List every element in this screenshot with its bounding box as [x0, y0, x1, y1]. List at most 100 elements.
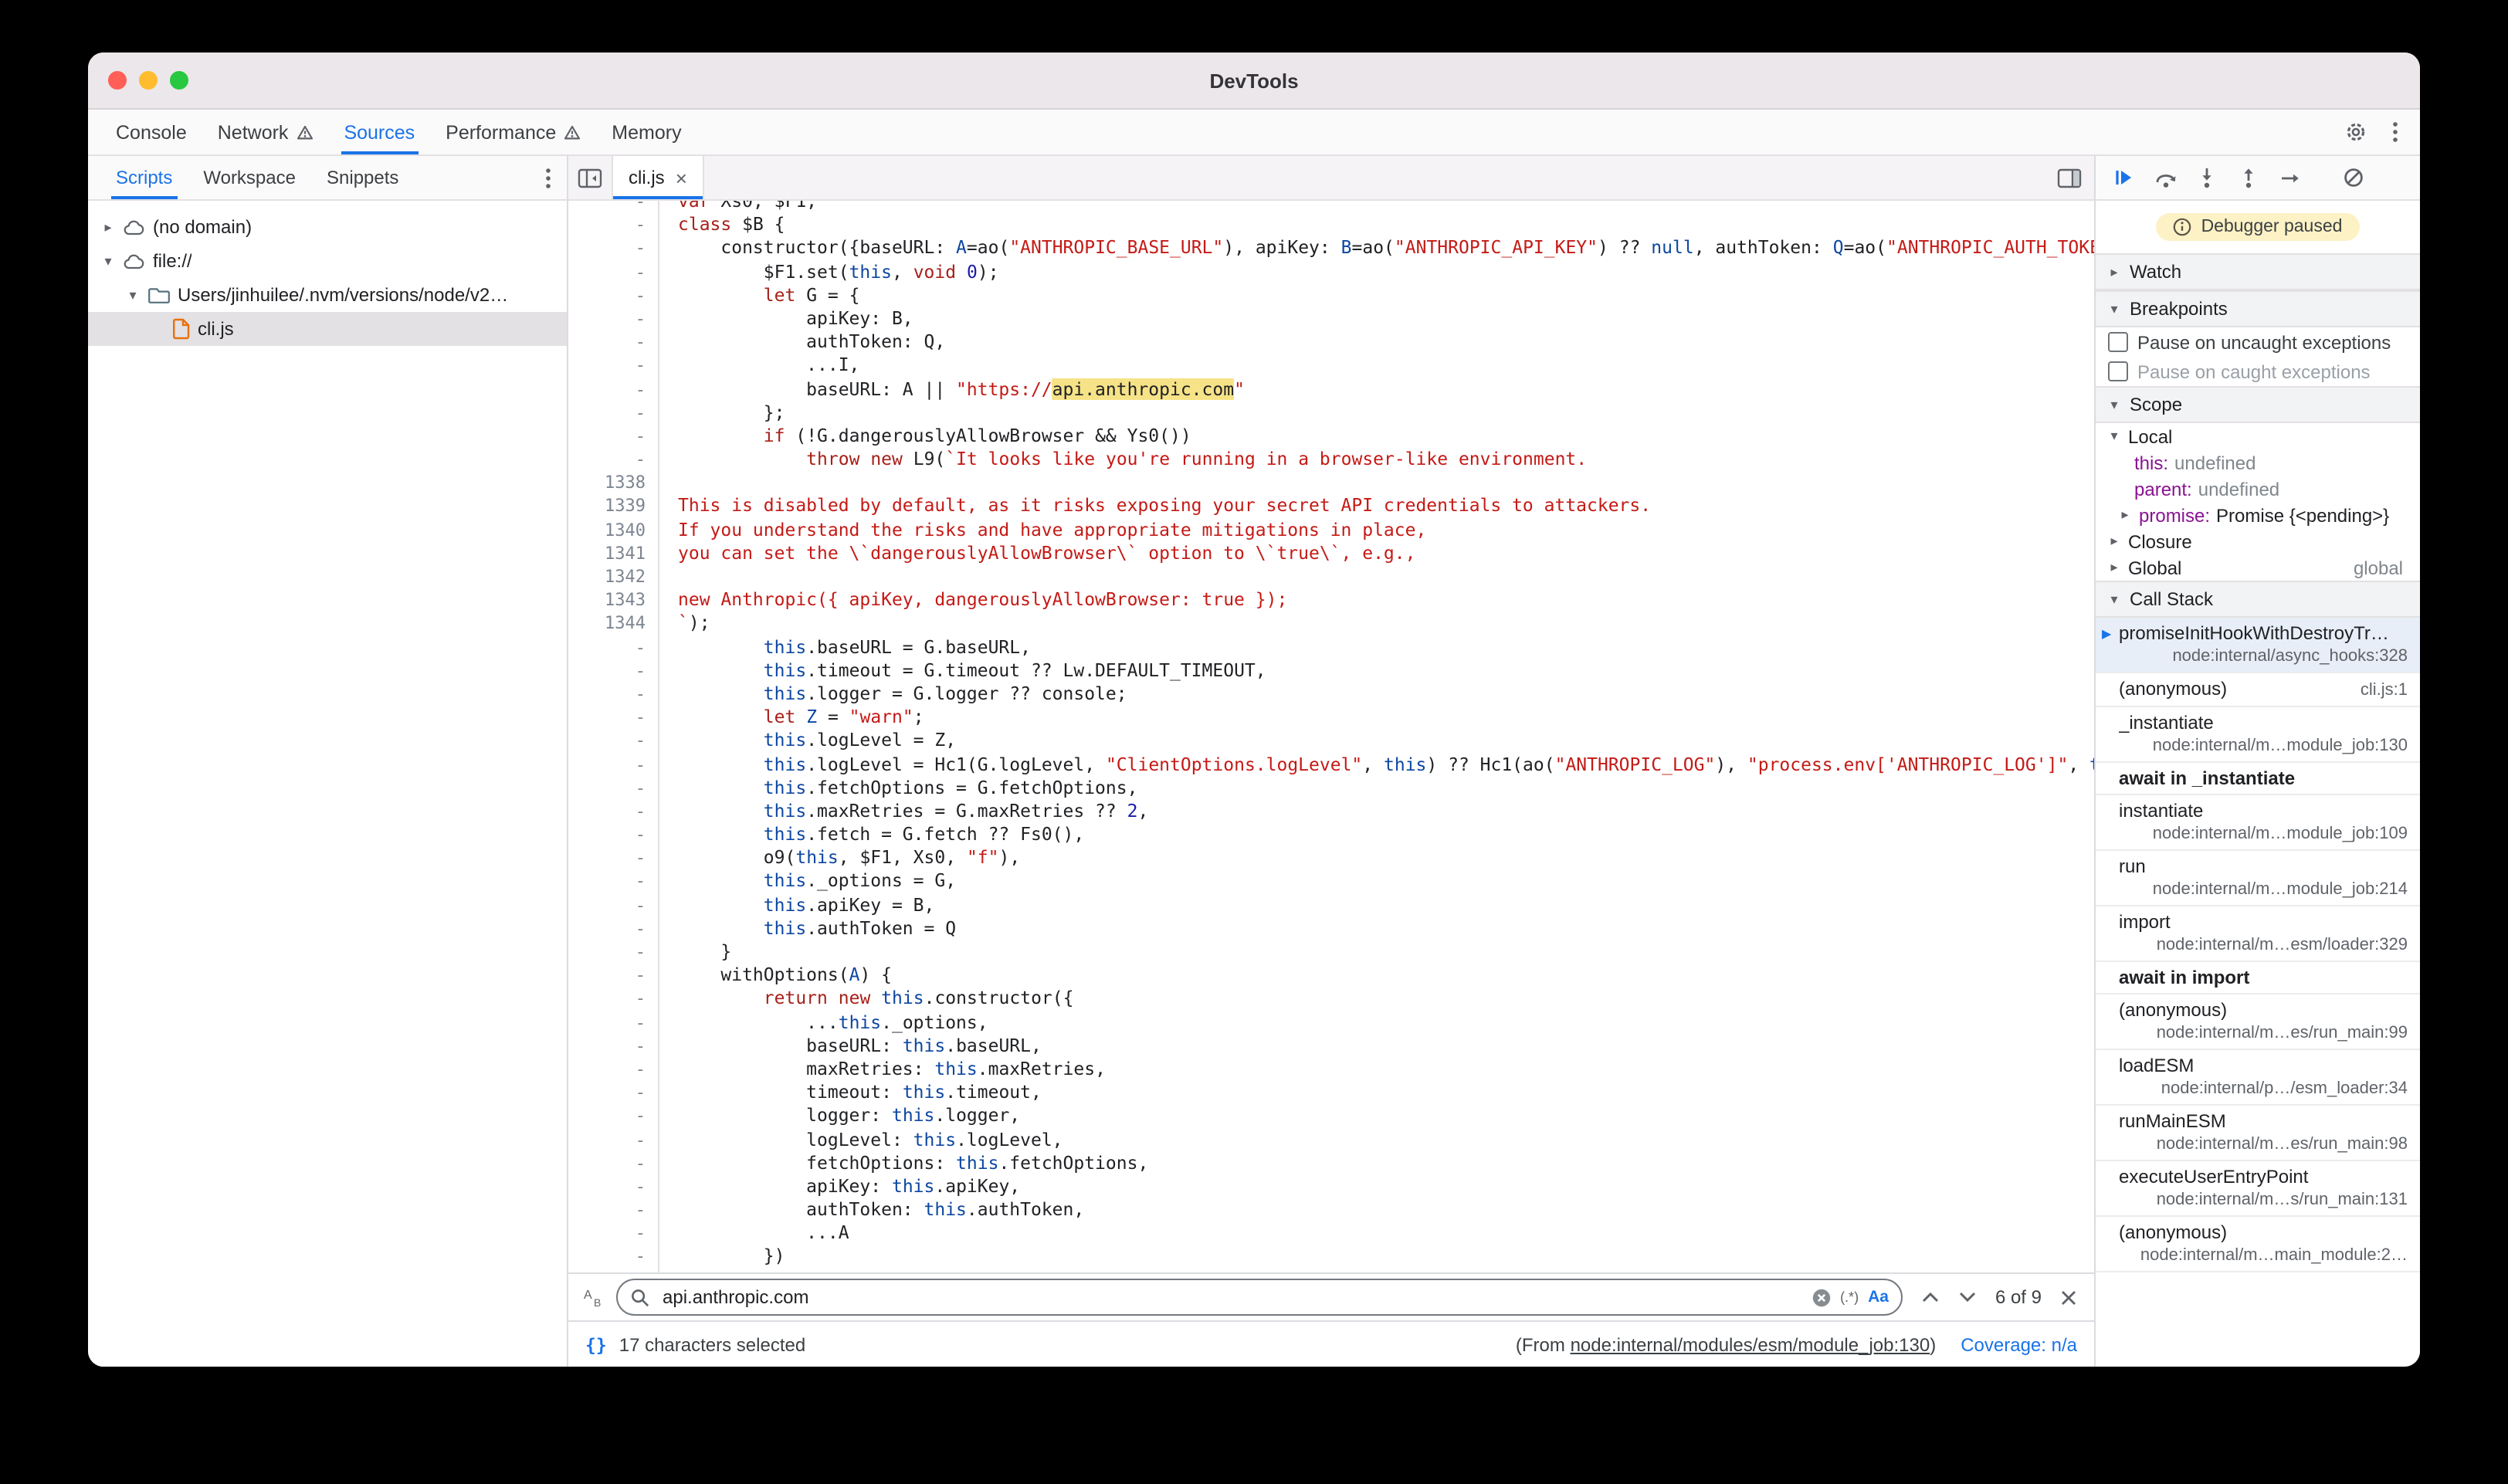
close-tab-icon[interactable]: × — [676, 168, 687, 188]
search-input[interactable] — [659, 1285, 1801, 1310]
panel-right-icon[interactable] — [2057, 156, 2094, 199]
line-gutter: - — [568, 800, 659, 823]
code-token: throw — [806, 448, 859, 469]
step-into-button[interactable] — [2193, 164, 2221, 191]
checkbox-icon[interactable] — [2108, 332, 2128, 352]
close-search-icon[interactable] — [2060, 1289, 2077, 1306]
callstack-frame-import[interactable]: importnode:internal/m…esm/loader:329 — [2096, 906, 2420, 962]
resume-script-button[interactable] — [2110, 164, 2137, 191]
navigator-more-kebab-icon[interactable] — [545, 156, 567, 199]
code-text: }) — [659, 1245, 785, 1269]
close-window-button[interactable] — [108, 71, 127, 90]
line-gutter: - — [568, 988, 659, 1011]
breakpoint-option-pause-on-caught-exceptions[interactable]: Pause on caught exceptions — [2096, 357, 2420, 386]
toggle-navigator-icon[interactable] — [568, 156, 612, 199]
line-gutter: 1343 — [568, 588, 659, 612]
tree-item-users-jinhuilee-nvm-versions-node-v2[interactable]: ▾Users/jinhuilee/.nvm/versions/node/v2… — [88, 278, 567, 312]
code-text: this.timeout = G.timeout ?? Lw.DEFAULT_T… — [659, 659, 1266, 683]
callstack-frame-anonymous[interactable]: (anonymous)cli.js:1 — [2096, 673, 2420, 707]
next-match-icon[interactable] — [1958, 1291, 1977, 1303]
code-text: authToken: Q, — [659, 330, 945, 354]
tree-expand-arrow-icon: ▸ — [100, 219, 116, 235]
step-button[interactable] — [2276, 164, 2304, 191]
scope-variable-this[interactable]: this:undefined — [2096, 449, 2420, 476]
step-out-button[interactable] — [2235, 164, 2262, 191]
callstack-frame-runmainesm[interactable]: runMainESMnode:internal/m…es/run_main:98 — [2096, 1106, 2420, 1161]
watch-section-header[interactable]: ▸ Watch — [2096, 253, 2420, 290]
editor-tab-cli-js[interactable]: cli.js × — [612, 156, 704, 199]
tab-performance[interactable]: Performance — [430, 110, 596, 154]
scope-group-global[interactable]: ▸Globalglobal — [2096, 554, 2420, 581]
tree-item-file[interactable]: ▾file:// — [88, 244, 567, 278]
step-over-button[interactable] — [2151, 164, 2179, 191]
clear-search-icon[interactable] — [1811, 1287, 1831, 1307]
code-token: .constructor({ — [924, 988, 1074, 1009]
tab-sources[interactable]: Sources — [328, 110, 430, 154]
navigator-tab-snippets[interactable]: Snippets — [311, 156, 414, 199]
scope-group-local[interactable]: ▾Local — [2096, 423, 2420, 449]
line-gutter: 1342 — [568, 565, 659, 588]
breakpoint-label: Pause on uncaught exceptions — [2137, 331, 2391, 353]
code-text: throw new L9(`It looks like you're runni… — [659, 448, 1587, 471]
code-editor[interactable]: -var Xs0, $F1,-class $B {- constructor({… — [568, 201, 2094, 1272]
tab-label: Memory — [612, 121, 681, 143]
selection-status: 17 characters selected — [619, 1333, 805, 1355]
regex-toggle-button[interactable]: (.*) — [1840, 1289, 1859, 1305]
code-line: 1343new Anthropic({ apiKey, dangerouslyA… — [568, 588, 2094, 612]
scope-variable-parent[interactable]: parent:undefined — [2096, 476, 2420, 502]
settings-gear-icon[interactable] — [2344, 120, 2367, 144]
callstack-frame-promiseinithookwithdestroytr[interactable]: ▶promiseInitHookWithDestroyTr…node:inter… — [2096, 618, 2420, 673]
code-token: baseURL: — [678, 1035, 903, 1056]
frame-function-name: (anonymous) — [2119, 999, 2408, 1022]
breakpoint-option-pause-on-uncaught-exceptions[interactable]: Pause on uncaught exceptions — [2096, 327, 2420, 357]
coverage-link[interactable]: Coverage: n/a — [1961, 1333, 2077, 1355]
code-token: let — [764, 284, 796, 306]
tab-memory[interactable]: Memory — [596, 110, 696, 154]
code-token: this — [892, 1175, 934, 1197]
tab-network[interactable]: Network — [202, 110, 329, 154]
previous-match-icon[interactable] — [1921, 1291, 1940, 1303]
callstack-frame-instantiate[interactable]: instantiatenode:internal/m…module_job:10… — [2096, 795, 2420, 851]
code-text: withOptions(A) { — [659, 964, 892, 987]
code-token: Xs0, $F1, — [710, 201, 818, 212]
breakpoints-section-header[interactable]: ▾ Breakpoints — [2096, 290, 2420, 327]
checkbox-icon[interactable] — [2108, 361, 2128, 381]
callstack-frame-loadesm[interactable]: loadESMnode:internal/p…/esm_loader:34 — [2096, 1050, 2420, 1106]
code-token — [678, 893, 764, 915]
minimize-window-button[interactable] — [139, 71, 158, 90]
code-token: ...A — [678, 1222, 849, 1244]
sources-navigator-pane: ScriptsWorkspaceSnippets ▸(no domain)▾fi… — [88, 156, 568, 1367]
zoom-window-button[interactable] — [170, 71, 188, 90]
navigator-tab-workspace[interactable]: Workspace — [188, 156, 311, 199]
scope-group-closure[interactable]: ▸Closure — [2096, 528, 2420, 554]
callstack-frame-anonymous[interactable]: (anonymous)node:internal/m…es/run_main:9… — [2096, 994, 2420, 1050]
tab-console[interactable]: Console — [100, 110, 202, 154]
match-case-toggle-button[interactable]: Aa — [1868, 1288, 1889, 1306]
callstack-frame-run[interactable]: runnode:internal/m…module_job:214 — [2096, 851, 2420, 906]
deactivate-breakpoints-button[interactable] — [2340, 164, 2367, 191]
code-token: .authToken, — [967, 1198, 1084, 1220]
pretty-print-icon[interactable]: {} — [585, 1333, 607, 1355]
code-token — [678, 659, 764, 681]
code-token: " — [1234, 378, 1245, 399]
more-options-kebab-icon[interactable] — [2392, 120, 2398, 144]
code-line: - this.apiKey = B, — [568, 893, 2094, 916]
source-origin-link[interactable]: node:internal/modules/esm/module_job:130 — [1571, 1333, 1930, 1355]
callstack-frame-anonymous[interactable]: (anonymous)node:internal/m…main_module:2… — [2096, 1217, 2420, 1272]
callstack-section-header[interactable]: ▾ Call Stack — [2096, 581, 2420, 618]
frame-function-name: loadESM — [2119, 1055, 2408, 1078]
tree-item-cli-js[interactable]: cli.js — [88, 312, 567, 346]
scope-variable-promise[interactable]: ▸promise:Promise {<pending>} — [2096, 502, 2420, 528]
code-token: .logLevel = Z, — [806, 730, 956, 751]
code-token: this — [764, 683, 806, 704]
tree-item-no-domain[interactable]: ▸(no domain) — [88, 210, 567, 244]
code-text — [659, 472, 678, 495]
callstack-frame-instantiate[interactable]: _instantiatenode:internal/m…module_job:1… — [2096, 707, 2420, 763]
navigator-tab-scripts[interactable]: Scripts — [100, 156, 188, 199]
callstack-frame-executeuserentrypoint[interactable]: executeUserEntryPointnode:internal/m…s/r… — [2096, 1161, 2420, 1217]
replace-toggle-icon[interactable]: AB — [582, 1286, 604, 1308]
code-text: class $B { — [659, 213, 785, 236]
code-text: return new this.constructor({ — [659, 988, 1073, 1011]
scope-variable-value: undefined — [2174, 452, 2256, 473]
scope-section-header[interactable]: ▾ Scope — [2096, 386, 2420, 423]
